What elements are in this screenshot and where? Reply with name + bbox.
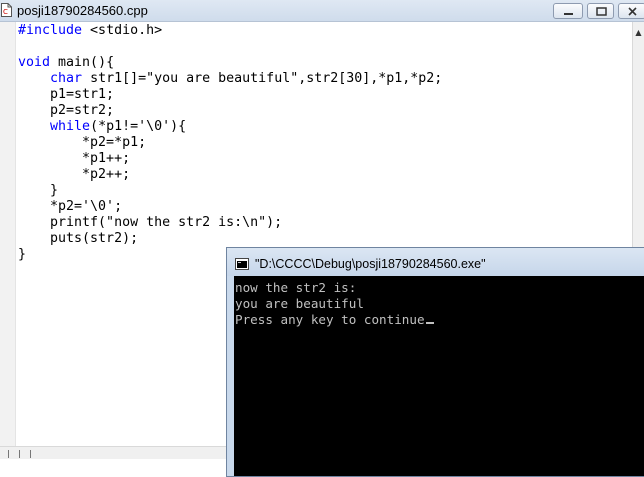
scroll-left-tick	[19, 450, 20, 458]
code-text: *p2++;	[18, 167, 131, 182]
code-keyword: while	[50, 119, 91, 134]
code-line: puts(str2);	[18, 231, 442, 247]
code-line: p1=str1;	[18, 87, 442, 103]
code-line: char str1[]="you are beautiful",str2[30]…	[18, 71, 442, 87]
console-titlebar[interactable]: "D:\CCCC\Debug\posji18790284560.exe"	[227, 248, 644, 276]
scroll-up-arrow-icon[interactable]: ▲	[633, 26, 644, 40]
code-line: *p2='\0';	[18, 199, 442, 215]
text-cursor	[425, 322, 434, 324]
code-line: void main(){	[18, 55, 442, 71]
console-window[interactable]: "D:\CCCC\Debug\posji18790284560.exe" now…	[226, 247, 644, 477]
code-directive: #include	[18, 23, 83, 38]
console-app-icon	[235, 258, 249, 270]
code-line: while(*p1!='\0'){	[18, 119, 442, 135]
code-area[interactable]: #include <stdio.h> void main(){ char str1…	[18, 23, 442, 263]
maximize-icon	[596, 7, 607, 16]
console-line-prompt: Press any key to continue	[235, 312, 434, 328]
editor-title: posji18790284560.cpp	[17, 3, 148, 18]
code-line: #include <stdio.h>	[18, 23, 442, 39]
code-text: p2=str2;	[18, 103, 115, 118]
code-keyword: void	[18, 55, 51, 70]
code-text: *p2=*p1;	[18, 135, 147, 150]
code-text: *p1++;	[18, 151, 131, 166]
scroll-left-tick	[8, 450, 9, 458]
scroll-left-tick	[30, 450, 31, 458]
horizontal-scrollbar[interactable]	[0, 446, 230, 459]
editor-gutter	[0, 22, 16, 446]
code-keyword: char	[50, 71, 83, 86]
close-button[interactable]	[618, 3, 644, 19]
code-text: puts(str2);	[18, 231, 139, 246]
code-text: p1=str1;	[18, 87, 115, 102]
console-title: "D:\CCCC\Debug\posji18790284560.exe"	[255, 257, 486, 271]
code-text: (*p1!='\0'){	[90, 119, 187, 134]
code-text: *p2='\0';	[18, 199, 123, 214]
console-line: now the str2 is:	[235, 280, 357, 295]
code-line: *p1++;	[18, 151, 442, 167]
code-line: p2=str2;	[18, 103, 442, 119]
vertical-scrollbar[interactable]: ▲	[632, 22, 644, 252]
code-line: *p2=*p1;	[18, 135, 442, 151]
minimize-icon	[564, 13, 573, 15]
editor-titlebar[interactable]: C posji18790284560.cpp	[0, 0, 644, 22]
code-text: <stdio.h>	[82, 23, 163, 38]
code-text: }	[18, 183, 59, 198]
code-text: printf("now the str2 is:\n");	[18, 215, 283, 230]
code-line: *p2++;	[18, 167, 442, 183]
minimize-button[interactable]	[553, 3, 583, 19]
svg-text:C: C	[3, 8, 8, 16]
code-line: }	[18, 183, 442, 199]
code-text: str1[]="you are beautiful",str2[30],*p1,…	[82, 71, 443, 86]
maximize-button[interactable]	[587, 3, 614, 19]
code-line: printf("now the str2 is:\n");	[18, 215, 442, 231]
console-prompt-text: Press any key to continue	[235, 312, 425, 327]
console-line: you are beautiful	[235, 296, 364, 311]
console-output[interactable]: now the str2 is: you are beautiful Press…	[234, 276, 644, 476]
code-text: }	[18, 247, 27, 262]
code-text: main(){	[50, 55, 115, 70]
close-icon	[628, 7, 637, 16]
cpp-file-icon: C	[1, 3, 12, 17]
